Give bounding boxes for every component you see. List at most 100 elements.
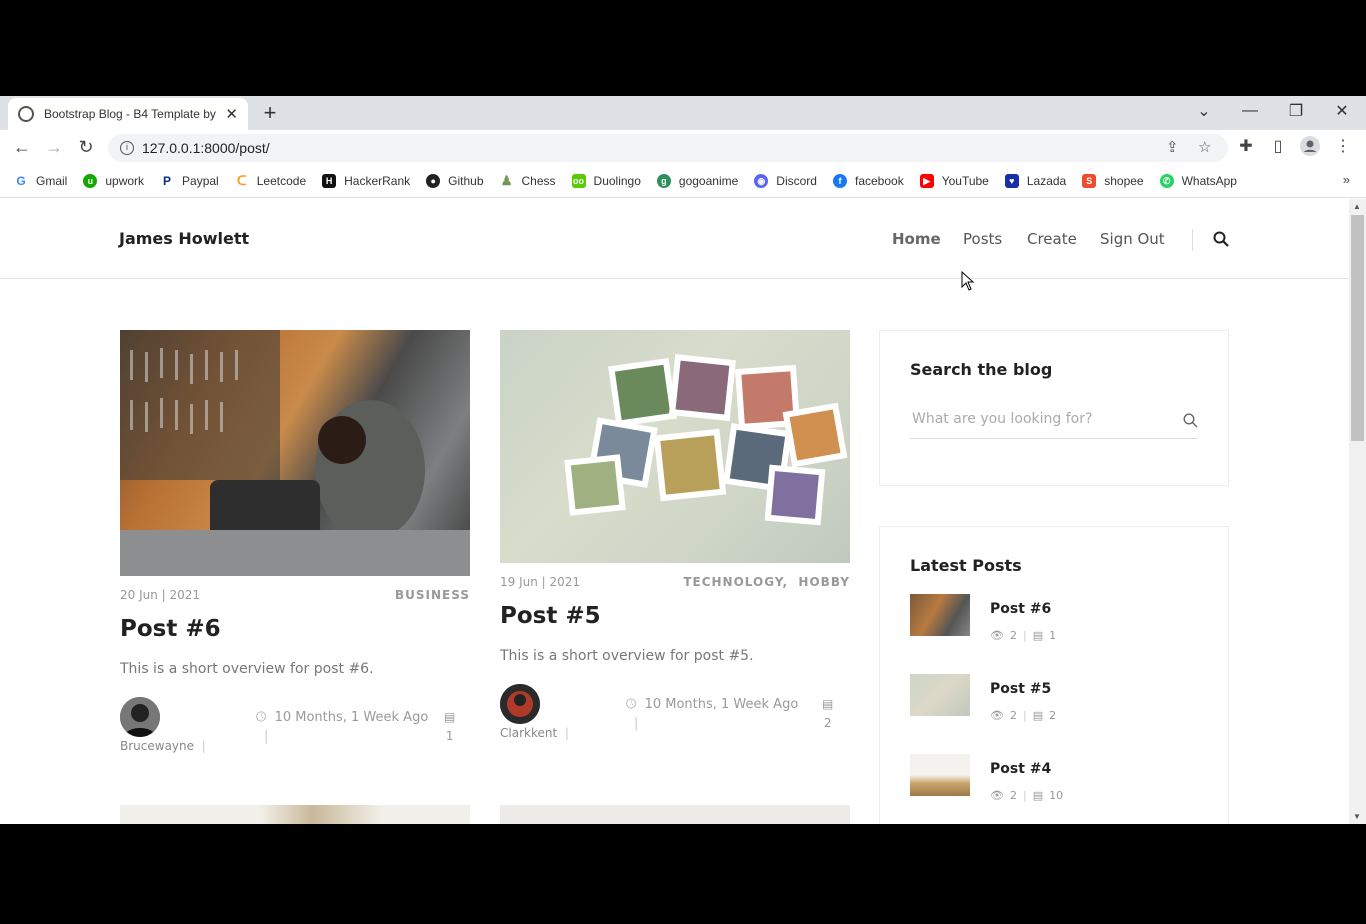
address-bar[interactable]: i 127.0.0.1:8000/post/ ⇪ ☆	[108, 134, 1228, 162]
bookmark-chess[interactable]: ♟ Chess	[499, 172, 556, 188]
upwork-icon: u	[83, 173, 98, 188]
bookmark-upwork[interactable]: u upwork	[83, 173, 144, 188]
post-author[interactable]: Brucewayne |	[120, 739, 206, 753]
facebook-icon: f	[832, 173, 847, 188]
post-categories: TECHNOLOGY, HOBBY	[683, 575, 850, 589]
avatar[interactable]	[500, 684, 540, 724]
search-input[interactable]: What are you looking for?	[910, 409, 1198, 439]
comment-icon: ▤	[1032, 629, 1044, 642]
post-image[interactable]	[120, 805, 470, 824]
extensions-icon[interactable]: ✚	[1235, 136, 1257, 156]
latest-post-title: Post #6	[990, 601, 1052, 617]
bookmark-paypal[interactable]: P Paypal	[160, 173, 219, 188]
latest-post-item[interactable]: Post #5 👁︎ 2 | ▤ 2	[910, 674, 1210, 722]
url-text: 127.0.0.1:8000/post/	[142, 140, 270, 156]
share-icon[interactable]: ⇪	[1166, 138, 1179, 156]
post-description: This is a short overview for post #6.	[120, 661, 374, 677]
page-scrollbar[interactable]: ▲ ▼	[1349, 199, 1366, 824]
comment-icon: ▤	[444, 710, 456, 724]
paypal-icon: P	[160, 173, 175, 188]
bookmark-hackerrank[interactable]: H HackerRank	[322, 173, 410, 188]
eye-icon: 👁︎	[990, 709, 1004, 722]
nav-posts[interactable]: Posts	[963, 230, 1002, 248]
latest-post-item[interactable]: Post #6 👁︎ 2 | ▤ 1	[910, 594, 1210, 642]
clock-icon: 🕓︎	[256, 710, 267, 725]
tab-search-icon[interactable]: ⌄	[1181, 96, 1227, 126]
info-icon[interactable]: i	[120, 141, 134, 155]
eye-icon: 👁︎	[990, 629, 1004, 642]
bookmark-github[interactable]: ● Github	[426, 173, 484, 188]
post-category[interactable]: HOBBY	[798, 575, 850, 589]
bookmarks-bar: G Gmail u upwork P Paypal ᑕ Leetcode H Hacker…	[0, 164, 1366, 198]
post-image[interactable]	[500, 330, 850, 563]
browser-tab[interactable]: Bootstrap Blog - B4 Template by ✕	[8, 98, 248, 130]
nav-create[interactable]: Create	[1027, 230, 1077, 248]
side-panel-icon[interactable]: ▯	[1267, 136, 1289, 156]
bookmark-whatsapp[interactable]: ✆ WhatsApp	[1159, 173, 1237, 188]
bookmark-shopee[interactable]: Sshopee	[1082, 173, 1144, 188]
post-category[interactable]: TECHNOLOGY	[683, 575, 782, 589]
nav-signout[interactable]: Sign Out	[1100, 230, 1165, 248]
mouse-cursor-icon	[961, 270, 975, 296]
close-window-icon[interactable]: ✕	[1319, 96, 1365, 126]
comment-icon: ▤	[822, 697, 834, 711]
whatsapp-icon: ✆	[1159, 173, 1174, 188]
profile-icon[interactable]	[1299, 136, 1321, 161]
chess-pawn-icon: ♟	[499, 172, 514, 188]
scrollbar-thumb[interactable]	[1351, 215, 1364, 441]
comment-icon: ▤	[1032, 789, 1044, 802]
scroll-up-icon[interactable]: ▲	[1353, 202, 1361, 211]
bookmark-leetcode[interactable]: ᑕ Leetcode	[234, 173, 306, 188]
post-title[interactable]: Post #6	[120, 616, 221, 642]
close-tab-icon[interactable]: ✕	[225, 105, 238, 123]
forward-icon[interactable]: →	[43, 136, 65, 158]
browser-toolbar: ← → ↻ i 127.0.0.1:8000/post/ ⇪ ☆ ✚ ▯ ⋮	[0, 130, 1366, 164]
latest-post-thumbnail	[910, 674, 970, 716]
post-card: 20 Jun | 2021 BUSINESS Post #6 This is a…	[120, 330, 470, 760]
search-widget: Search the blog What are you looking for…	[879, 330, 1229, 486]
post-image[interactable]	[500, 805, 850, 824]
avatar[interactable]	[120, 697, 160, 737]
post-category[interactable]: BUSINESS	[395, 588, 470, 602]
bookmark-lazada[interactable]: ♥ Lazada	[1004, 173, 1066, 188]
bookmark-duolingo[interactable]: oo Duolingo	[571, 173, 641, 188]
scroll-down-icon[interactable]: ▼	[1353, 812, 1361, 821]
bookmark-facebook[interactable]: f facebook	[832, 173, 904, 188]
clock-icon: 🕓︎	[626, 697, 637, 712]
more-bookmarks-icon[interactable]: »	[1343, 172, 1350, 187]
post-card: 19 Jun | 2021 TECHNOLOGY, HOBBY Post #5 …	[500, 330, 850, 760]
bookmark-discord[interactable]: ◉ Discord	[754, 173, 817, 188]
latest-post-thumbnail	[910, 594, 970, 636]
nav-home[interactable]: Home	[892, 230, 941, 248]
reload-icon[interactable]: ↻	[75, 136, 97, 158]
post-date: 20 Jun | 2021	[120, 588, 201, 602]
eye-icon: 👁︎	[990, 789, 1004, 802]
post-title[interactable]: Post #5	[500, 603, 601, 629]
back-icon[interactable]: ←	[11, 136, 33, 158]
bookmark-youtube[interactable]: ▶ YouTube	[919, 173, 989, 188]
search-icon[interactable]	[1183, 413, 1198, 432]
post-comments: ▤ 2	[822, 697, 834, 730]
bookmark-star-icon[interactable]: ☆	[1198, 138, 1211, 156]
bookmark-gogoanime[interactable]: g gogoanime	[656, 173, 738, 188]
browser-window: Bootstrap Blog - B4 Template by ✕ + ⌄ — …	[0, 96, 1366, 824]
latest-post-title: Post #4	[990, 761, 1052, 777]
site-header: James Howlett Home Posts Create Sign Out	[0, 199, 1349, 279]
search-icon[interactable]	[1213, 231, 1229, 251]
post-author[interactable]: Clarkkent |	[500, 726, 569, 740]
latest-post-meta: 👁︎ 2 | ▤ 1	[990, 629, 1057, 642]
google-icon: G	[14, 173, 28, 188]
widget-title: Search the blog	[910, 360, 1053, 379]
latest-post-item[interactable]: Post #4 👁︎ 2 | ▤ 10	[910, 754, 1210, 802]
new-tab-icon[interactable]: +	[258, 100, 282, 126]
post-description: This is a short overview for post #5.	[500, 648, 754, 664]
latest-post-meta: 👁︎ 2 | ▤ 10	[990, 789, 1064, 802]
tab-strip: Bootstrap Blog - B4 Template by ✕ + ⌄ — …	[0, 96, 1366, 130]
nav-divider	[1192, 229, 1193, 251]
site-brand[interactable]: James Howlett	[119, 229, 249, 248]
post-image[interactable]	[120, 330, 470, 576]
minimize-icon[interactable]: —	[1227, 96, 1273, 126]
bookmark-gmail[interactable]: G Gmail	[14, 173, 67, 188]
restore-icon[interactable]: ❐	[1273, 96, 1319, 126]
menu-icon[interactable]: ⋮	[1332, 136, 1354, 156]
